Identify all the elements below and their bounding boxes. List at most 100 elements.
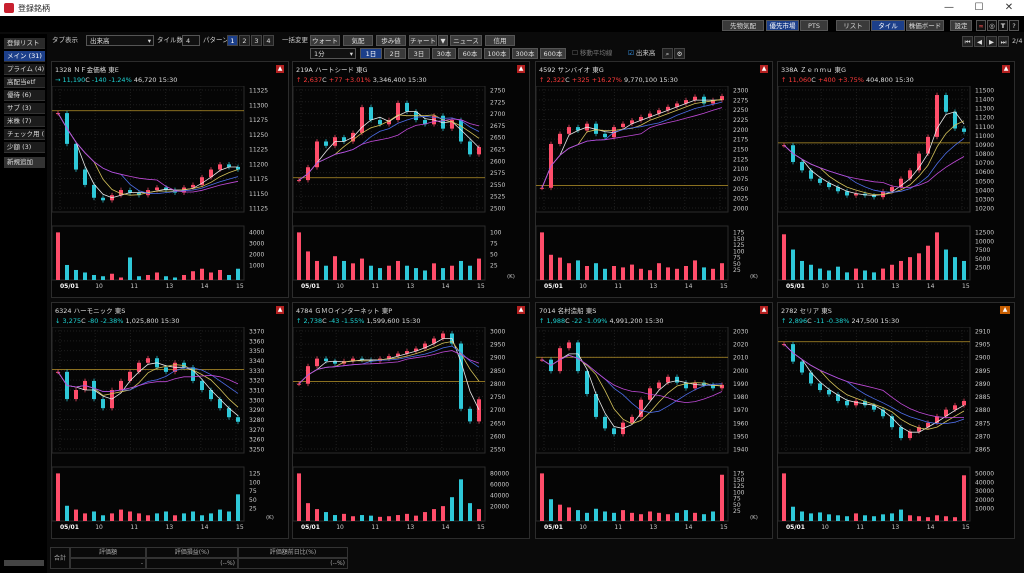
alert-icon[interactable]: ▲ bbox=[517, 306, 525, 314]
volume-tick-label: 50000 bbox=[975, 471, 994, 478]
stock-tile[interactable]: 7014 名村造船 東S ▲ ↑ 1,988C -22 -1.09% 4,991… bbox=[535, 302, 773, 539]
stock-board-button[interactable]: 株価ボード bbox=[906, 20, 944, 31]
text-size-icon[interactable]: T bbox=[998, 20, 1008, 31]
sidebar-item-main[interactable]: メイン (31) bbox=[4, 51, 45, 62]
period-600-button[interactable]: 600本 bbox=[540, 48, 566, 59]
refresh-icon[interactable]: ◎ bbox=[987, 20, 997, 31]
stock-tile[interactable]: 219A ハートシード 東G ▲ ↑ 2,637C +77 +3.01% 3,3… bbox=[292, 61, 530, 298]
price-chart[interactable]: 11500 11400 11300 11200 11100 11000 10900 10800… bbox=[778, 86, 1015, 298]
help-icon[interactable]: ? bbox=[1009, 20, 1019, 31]
stock-tile[interactable]: 338A Ｚｅｎｍｕ 東G ▲ ↑ 11,060C +400 +3.75% 40… bbox=[777, 61, 1015, 298]
futures-quote-button[interactable]: 先物気配 bbox=[722, 20, 764, 31]
alert-icon[interactable]: ▲ bbox=[276, 306, 284, 314]
chart-view-button[interactable]: チャート bbox=[409, 35, 437, 46]
price-chart[interactable]: 2300 2275 2250 2225 2200 2175 2150 2125 2100 2075… bbox=[536, 86, 773, 298]
prev-page-icon[interactable]: ◀ bbox=[974, 36, 985, 47]
volume-bar bbox=[863, 270, 867, 280]
sidebar-item-benefits[interactable]: 優待 (6) bbox=[4, 90, 45, 101]
price-chart[interactable]: 2910 2905 2900 2895 2890 2885 2880 2875 2870 2865… bbox=[778, 327, 1015, 539]
preferred-market-button[interactable]: 優先市場 bbox=[766, 20, 799, 31]
stock-tile[interactable]: 1328 ＮＦ金価格 東E ▲ → 11,190C -140 -1.24% 46… bbox=[51, 61, 289, 298]
alert-icon[interactable]: ▲ bbox=[760, 65, 768, 73]
pattern-4-button[interactable]: 4 bbox=[263, 35, 274, 46]
alert-icon[interactable]: ▲ bbox=[1002, 65, 1010, 73]
sidebar-scrollbar[interactable] bbox=[4, 560, 44, 566]
change-pct: -1.24% bbox=[108, 76, 132, 84]
stock-tile[interactable]: 6324 ハーモニック 東S ▲ ↓ 3,275C -80 -2.38% 1,0… bbox=[51, 302, 289, 539]
volume-bar bbox=[540, 232, 544, 280]
volume-bar bbox=[558, 504, 562, 521]
tile-view-button[interactable]: タイル bbox=[871, 20, 905, 31]
sidebar-item-prime[interactable]: プライム (4) bbox=[4, 64, 45, 75]
chart-dropdown-icon[interactable]: ▼ bbox=[438, 35, 448, 46]
sidebar-item-sub[interactable]: サブ (3) bbox=[4, 103, 45, 114]
stock-tile[interactable]: 2782 セリア 東S ▲ ↑ 2,896C -11 -0.38% 247,50… bbox=[777, 302, 1015, 539]
last-price: 3,275 bbox=[62, 317, 82, 325]
candle-body bbox=[74, 143, 78, 170]
tile-count-select[interactable]: 4 bbox=[182, 35, 200, 46]
gear-icon[interactable]: ⚙ bbox=[674, 48, 685, 59]
last-page-icon[interactable]: ⏭ bbox=[998, 36, 1009, 47]
first-page-icon[interactable]: ⏮ bbox=[962, 36, 973, 47]
period-1d-button[interactable]: 1日 bbox=[360, 48, 382, 59]
volume-bar bbox=[477, 258, 481, 280]
magnify-icon[interactable]: ⌕ bbox=[662, 48, 673, 59]
pattern-1-button[interactable]: 1 bbox=[227, 35, 238, 46]
margin-view-button[interactable]: 信用 bbox=[485, 35, 515, 46]
period-3d-button[interactable]: 3日 bbox=[408, 48, 430, 59]
ticks-view-button[interactable]: 歩み値 bbox=[376, 35, 406, 46]
volume-panel bbox=[778, 466, 971, 522]
period-30-button[interactable]: 30本 bbox=[432, 48, 456, 59]
pts-button[interactable]: PTS bbox=[800, 20, 828, 31]
sidebar-item-small[interactable]: 少額 (3) bbox=[4, 142, 45, 153]
quote-view-button[interactable]: 気配 bbox=[343, 35, 373, 46]
add-new-list-button[interactable]: 新規追加 bbox=[4, 157, 45, 168]
x-tick-label: 15 bbox=[720, 524, 728, 531]
sidebar-item-high-dividend[interactable]: 高配当etf bbox=[4, 77, 45, 88]
pattern-2-button[interactable]: 2 bbox=[239, 35, 250, 46]
alert-icon[interactable]: ▲ bbox=[517, 65, 525, 73]
volume-bar bbox=[83, 513, 87, 521]
stock-tile[interactable]: 4592 サンバイオ 東G ▲ ↑ 2,322C +325 +16.27% 9,… bbox=[535, 61, 773, 298]
volume-tick-label: 7500 bbox=[975, 247, 990, 254]
y-tick-label: 2870 bbox=[975, 433, 990, 440]
period-300-button[interactable]: 300本 bbox=[512, 48, 538, 59]
price-chart[interactable]: 2030 2020 2010 2000 1990 1980 1970 1960 1950 1940… bbox=[536, 327, 773, 539]
price-chart[interactable]: 2750272527002675265026252600257525502525… bbox=[293, 86, 530, 298]
price-chart[interactable]: 3000 2950 2900 2850 2800 2750 2700 2650 2600 2550… bbox=[293, 327, 530, 539]
alert-icon[interactable]: ▲ bbox=[1000, 306, 1010, 314]
candle-body bbox=[378, 120, 382, 125]
x-tick-label: 05/01 bbox=[60, 524, 79, 531]
candle-body bbox=[845, 400, 849, 406]
tab-display-select[interactable]: 出来高 ▾ bbox=[86, 35, 154, 46]
settings-button[interactable]: 設定 bbox=[950, 20, 972, 31]
moving-average-checkbox[interactable]: ☐ 移動平均線 bbox=[572, 48, 612, 59]
stock-header: 219A ハートシード 東G bbox=[296, 64, 368, 74]
period-60-button[interactable]: 60本 bbox=[458, 48, 482, 59]
price-chart[interactable]: 1132511300112751125011225112001117511150… bbox=[52, 86, 289, 298]
close-button[interactable]: ✕ bbox=[994, 1, 1024, 15]
link-icon[interactable]: ∞ bbox=[976, 20, 986, 31]
alert-icon[interactable]: ▲ bbox=[276, 65, 284, 73]
volume-tick-label: 50 bbox=[490, 252, 498, 259]
news-view-button[interactable]: ニュース bbox=[450, 35, 482, 46]
next-page-icon[interactable]: ▶ bbox=[986, 36, 997, 47]
period-100-button[interactable]: 100本 bbox=[484, 48, 510, 59]
volume-checkbox[interactable]: ☑ 出来高 bbox=[628, 48, 655, 59]
list-view-button[interactable]: リスト bbox=[836, 20, 870, 31]
sidebar-item-check[interactable]: チェック用 ( bbox=[4, 129, 45, 140]
period-2d-button[interactable]: 2日 bbox=[384, 48, 406, 59]
candle-body bbox=[164, 367, 168, 372]
volume-tick-label: 10000 bbox=[975, 506, 994, 513]
volume-bar bbox=[899, 260, 903, 280]
price-chart[interactable]: 3370 3360 3350 3340 3330 3320 3310 3300 3290 3280… bbox=[52, 327, 289, 539]
sidebar-item-us-stocks[interactable]: 米株 (7) bbox=[4, 116, 45, 127]
board-view-button[interactable]: ウォート bbox=[310, 35, 340, 46]
stock-tile[interactable]: 4784 ＧＭＯインターネット 東P ▲ ↑ 2,738C -43 -1.55%… bbox=[292, 302, 530, 539]
interval-select[interactable]: 1分 ▾ bbox=[310, 48, 356, 59]
maximize-button[interactable]: ☐ bbox=[964, 1, 994, 15]
alert-icon[interactable]: ▲ bbox=[760, 306, 768, 314]
pattern-3-button[interactable]: 3 bbox=[251, 35, 262, 46]
x-tick-label: 13 bbox=[650, 524, 658, 531]
minimize-button[interactable]: — bbox=[934, 1, 964, 15]
